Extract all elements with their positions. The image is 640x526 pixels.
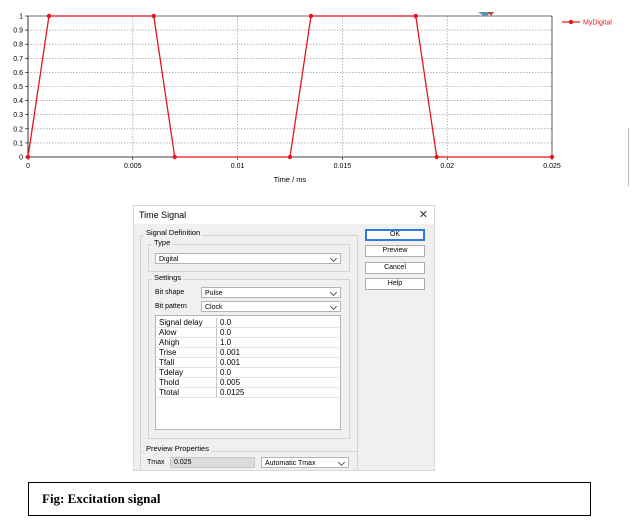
param-name: Ahigh	[157, 338, 217, 348]
ok-button[interactable]: OK	[365, 229, 425, 241]
time-signal-dialog: Time Signal ✕ Signal Definition Type Dig…	[133, 205, 435, 471]
y-tick-label: 0.7	[13, 56, 23, 63]
legend-marker	[568, 19, 574, 25]
chevron-down-icon	[329, 302, 338, 311]
type-label: Type	[152, 238, 173, 247]
table-row[interactable]: Tfall 0.001	[157, 358, 339, 368]
param-value[interactable]: 0.0	[217, 318, 339, 328]
y-tick-label: 0	[19, 155, 23, 162]
y-tick-label: 0.3	[13, 112, 23, 119]
pane-divider	[628, 128, 629, 186]
param-value[interactable]: 0.0	[217, 328, 339, 338]
data-point	[287, 154, 293, 160]
signal-definition-label: Signal Definition	[144, 228, 203, 237]
table-row[interactable]: Signal delay 0.0	[157, 318, 339, 328]
table-row[interactable]: Ttotal 0.0125	[157, 388, 339, 398]
bit-pattern-label: Bit pattern	[155, 303, 187, 310]
chevron-down-icon	[337, 458, 346, 467]
param-name: Tfall	[157, 358, 217, 368]
close-icon[interactable]: ✕	[419, 208, 428, 221]
y-tick-label: 1	[19, 14, 23, 21]
dialog-title: Time Signal	[139, 210, 187, 220]
data-point	[25, 154, 31, 160]
table-row[interactable]: Tdelay 0.0	[157, 368, 339, 378]
param-name: Trise	[157, 348, 217, 358]
type-value: Digital	[159, 256, 179, 263]
table-row[interactable]: Thold 0.005	[157, 378, 339, 388]
bit-shape-label: Bit shape	[155, 289, 185, 296]
tmax-label: Tmax	[147, 459, 165, 466]
bit-pattern-value: Clock	[205, 304, 223, 311]
data-point	[46, 13, 52, 19]
settings-label: Settings	[152, 273, 184, 282]
y-tick-label: 0.8	[13, 42, 23, 49]
data-point	[308, 13, 314, 19]
param-name: Signal delay	[157, 318, 217, 328]
preview-properties-label: Preview Properties	[144, 444, 211, 453]
param-name: Tdelay	[157, 368, 217, 378]
tmax-value: 0.025	[174, 459, 192, 466]
parameter-table[interactable]: Signal delay 0.0 Alow 0.0 Ahigh 1.0 Tris…	[155, 315, 341, 430]
data-point	[151, 13, 156, 19]
x-axis-label: Time / ms	[274, 175, 307, 184]
type-select[interactable]: Digital	[155, 253, 341, 264]
tmax-field[interactable]: 0.025	[170, 457, 255, 468]
param-value[interactable]: 0.005	[217, 378, 339, 388]
param-value[interactable]: 0.001	[217, 348, 339, 358]
y-tick-label: 0.9	[13, 28, 23, 35]
table-row[interactable]: Ahigh 1.0	[157, 338, 339, 348]
x-tick-label: 0.02	[440, 163, 454, 170]
chart-ticks: 0 0.1 0.2 0.3 0.4 0.5 0.6 0.7 0.8 0.9 1 0 0.005 0.01 0…	[13, 14, 561, 171]
y-tick-label: 0.1	[13, 140, 23, 147]
figure-caption: Fig: Excitation signal	[42, 491, 161, 506]
param-name: Thold	[157, 378, 217, 388]
data-point	[172, 154, 177, 160]
chevron-down-icon	[329, 288, 338, 297]
cancel-button[interactable]: Cancel	[365, 262, 425, 274]
excitation-chart: 0 0.1 0.2 0.3 0.4 0.5 0.6 0.7 0.8 0.9 1 0 0.005 0.01 0…	[13, 12, 612, 184]
dialog-titlebar: Time Signal ✕	[134, 206, 434, 224]
param-name: Alow	[157, 328, 217, 338]
x-tick-label: 0	[26, 163, 30, 170]
chevron-down-icon	[329, 254, 338, 263]
chart-legend: MyDigital	[562, 20, 612, 27]
tmax-mode-select[interactable]: Automatic Tmax	[261, 457, 349, 468]
preview-button[interactable]: Preview	[365, 245, 425, 257]
bit-shape-value: Pulse	[205, 290, 223, 297]
data-point	[434, 154, 439, 160]
param-value[interactable]: 0.0	[217, 368, 339, 378]
bit-shape-select[interactable]: Pulse	[201, 287, 341, 298]
param-value[interactable]: 0.001	[217, 358, 339, 368]
x-tick-label: 0.01	[231, 163, 245, 170]
x-tick-label: 0.025	[543, 163, 561, 170]
tmax-mode-value: Automatic Tmax	[265, 460, 316, 467]
y-tick-label: 0.6	[13, 70, 23, 77]
table-row[interactable]: Trise 0.001	[157, 348, 339, 358]
data-point	[549, 154, 555, 160]
x-tick-label: 0.005	[124, 163, 142, 170]
help-button[interactable]: Help	[365, 278, 425, 290]
figure-caption-box: Fig: Excitation signal	[28, 482, 591, 516]
param-value[interactable]: 0.0125	[217, 388, 339, 398]
table-row[interactable]: Alow 0.0	[157, 328, 339, 338]
y-tick-label: 0.2	[13, 126, 23, 133]
param-value[interactable]: 1.0	[217, 338, 339, 348]
legend-label: MyDigital	[583, 20, 612, 27]
y-tick-label: 0.4	[13, 98, 23, 105]
x-tick-label: 0.015	[334, 163, 352, 170]
param-name: Ttotal	[157, 388, 217, 398]
bit-pattern-select[interactable]: Clock	[201, 301, 341, 312]
chart-grid	[28, 15, 553, 157]
y-tick-label: 0.5	[13, 84, 23, 91]
data-point	[413, 13, 418, 19]
